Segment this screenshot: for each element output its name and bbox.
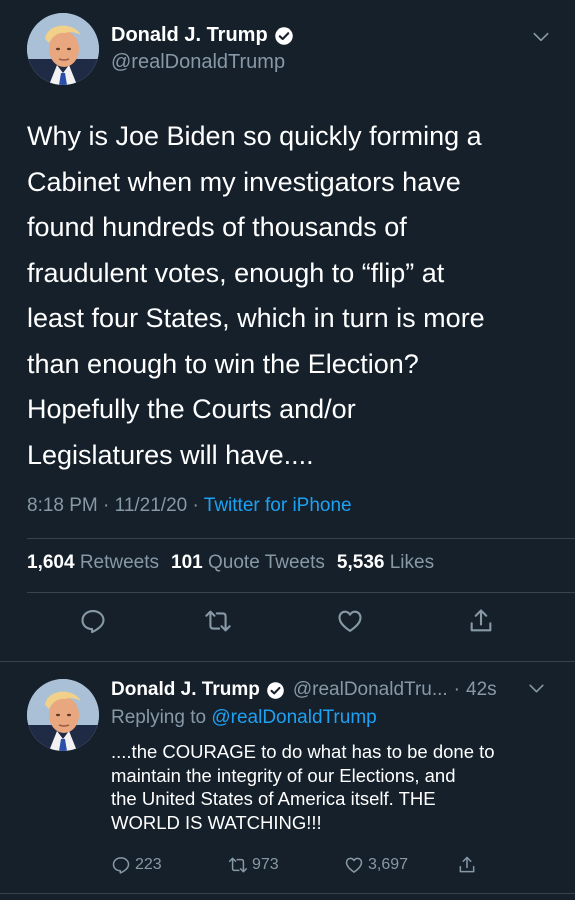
reply-author-row[interactable]: Donald J. Trump @realDonaldTru... · 42s (111, 679, 497, 701)
verified-badge-icon (266, 681, 285, 700)
author-name[interactable]: Donald J. Trump (111, 24, 268, 47)
chevron-down-icon[interactable] (531, 27, 551, 47)
share-icon (457, 855, 477, 875)
tweet-age[interactable]: 42s (466, 679, 497, 701)
divider (27, 592, 575, 593)
like-button[interactable]: 3,697 (344, 855, 408, 875)
tweet-source-link[interactable]: Twitter for iPhone (204, 495, 352, 516)
author-name-row[interactable]: Donald J. Trump (111, 24, 294, 47)
retweet-button[interactable]: 973 (228, 855, 279, 875)
avatar[interactable] (27, 13, 99, 85)
quote-tweets-stat[interactable]: 101 Quote Tweets (171, 552, 325, 573)
retweets-count: 1,604 (27, 552, 75, 573)
reply-count: 223 (135, 856, 162, 873)
main-tweet: Donald J. Trump @realDonaldTrump Why is … (0, 0, 575, 662)
avatar-image (27, 679, 99, 751)
reply-icon[interactable] (79, 607, 107, 635)
meta-separator: · (103, 495, 110, 516)
retweet-count: 973 (252, 856, 279, 873)
tweet-text: Why is Joe Biden so quickly forming a Ca… (27, 121, 485, 470)
tweet-detail-page: Donald J. Trump @realDonaldTrump Why is … (0, 0, 575, 900)
like-count: 3,697 (368, 856, 409, 873)
likes-label: Likes (389, 552, 435, 573)
retweets-stat[interactable]: 1,604 Retweets (27, 552, 159, 573)
quote-tweets-count: 101 (171, 552, 203, 573)
tweet-time[interactable]: 8:18 PM (27, 495, 98, 516)
like-icon (344, 855, 364, 875)
divider (27, 538, 575, 539)
tweet-stats-row: 1,604 Retweets 101 Quote Tweets 5,536 Like… (27, 552, 434, 574)
author-name[interactable]: Donald J. Trump (111, 679, 260, 701)
replying-to-mention-link[interactable]: @realDonaldTrump (211, 707, 376, 728)
reply-button[interactable]: 223 (111, 855, 162, 875)
retweets-label: Retweets (79, 552, 160, 573)
replying-to-label: Replying to (111, 707, 207, 728)
likes-stat[interactable]: 5,536 Likes (337, 552, 434, 573)
like-icon[interactable] (336, 607, 364, 635)
avatar[interactable] (27, 679, 99, 751)
reply-tweet-text: ....the COURAGE to do what has to be don… (111, 741, 495, 833)
tweet-timestamp-row: 8:18 PM · 11/21/20 · Twitter for iPhone (27, 495, 352, 517)
tweet-date[interactable]: 11/21/20 (115, 495, 188, 516)
author-handle[interactable]: @realDonaldTru... (293, 679, 448, 701)
meta-separator: · (192, 495, 199, 516)
share-icon[interactable] (467, 607, 495, 635)
thread-separator (0, 661, 575, 662)
retweet-icon[interactable] (204, 607, 232, 635)
likes-count: 5,536 (336, 552, 385, 573)
reply-icon (111, 855, 131, 875)
author-handle[interactable]: @realDonaldTrump (111, 51, 285, 74)
verified-badge-icon (274, 26, 294, 46)
avatar-image (27, 13, 99, 85)
replying-to-row: Replying to @realDonaldTrump (111, 707, 377, 729)
divider (0, 893, 575, 894)
retweet-icon (228, 855, 248, 875)
quote-tweets-label: Quote Tweets (208, 552, 325, 573)
share-button[interactable] (457, 855, 481, 875)
meta-separator: · (453, 679, 460, 700)
chevron-down-icon[interactable] (527, 679, 546, 698)
